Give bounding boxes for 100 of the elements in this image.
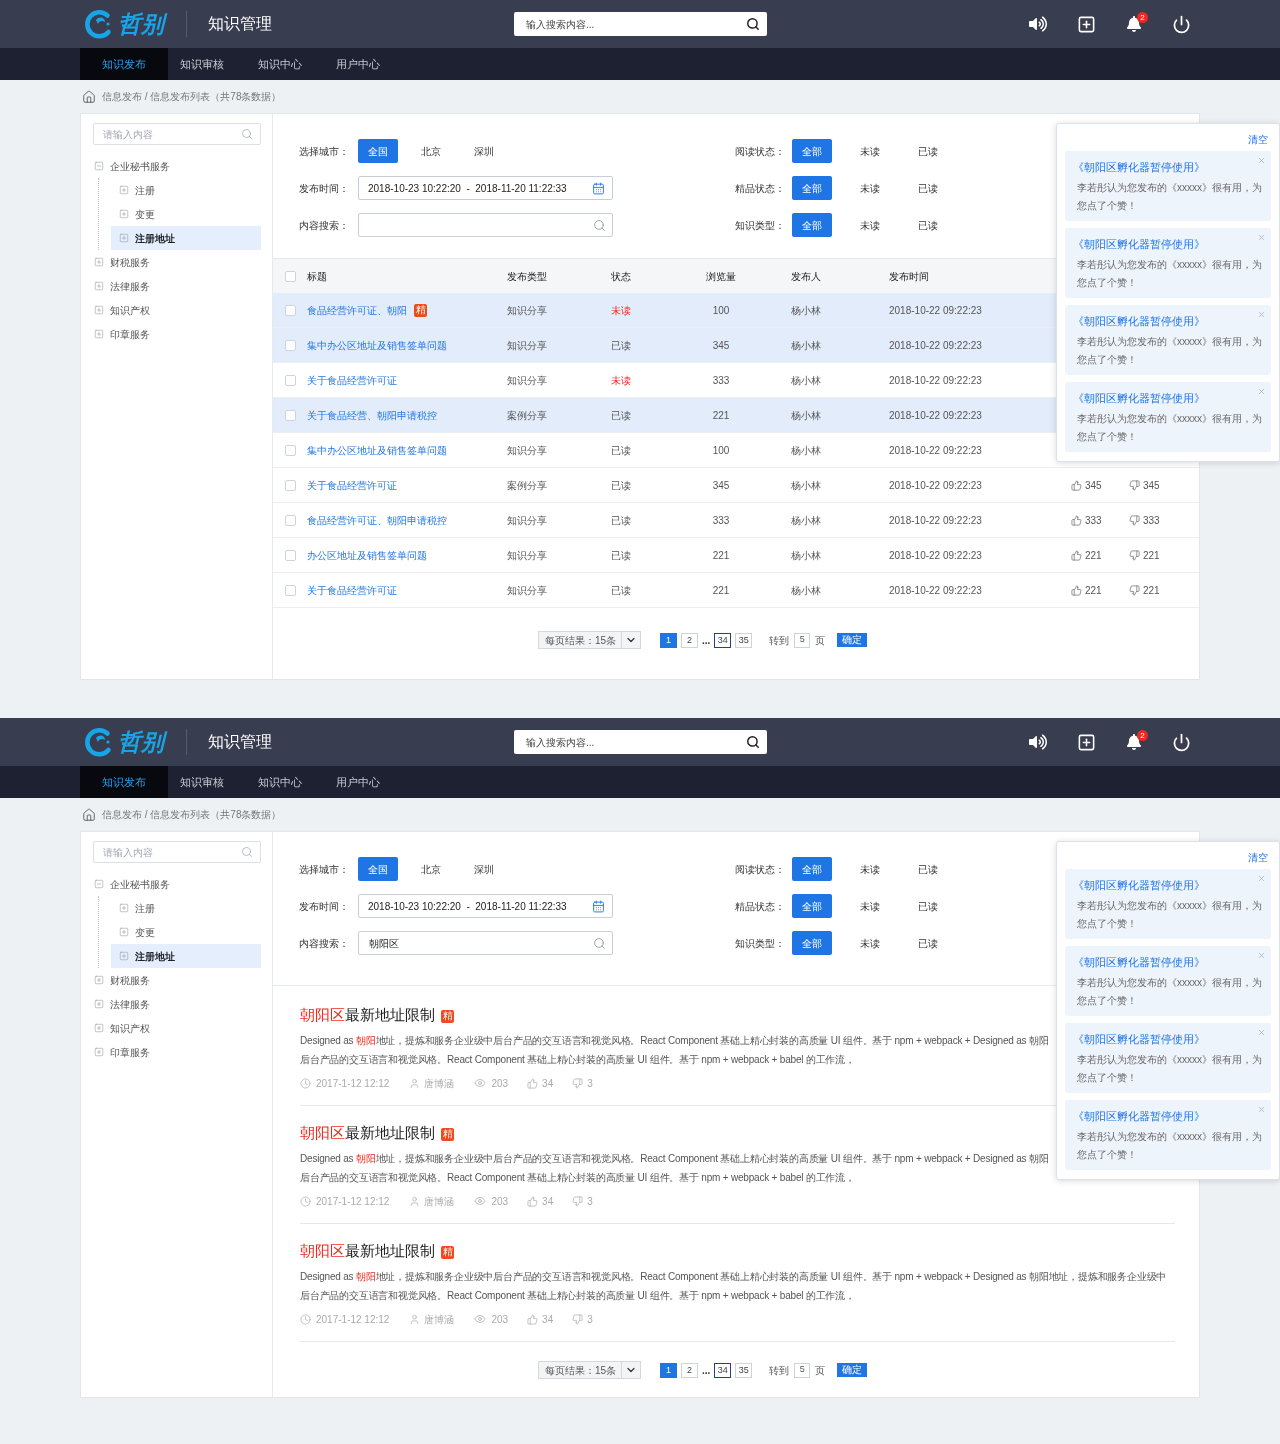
search-icon[interactable] [746, 17, 760, 31]
clear-link[interactable]: 清空 [1248, 135, 1268, 145]
tree-item[interactable]: 注册地址 [111, 226, 261, 250]
notification-title[interactable]: 《朝阳区孵化器暂停使用》 [1073, 159, 1205, 175]
filter-option[interactable]: 未读 [850, 857, 890, 881]
tree-item[interactable]: 企业秘书服务 [93, 154, 261, 178]
filter-option[interactable]: 已读 [908, 894, 948, 918]
checkbox[interactable] [285, 549, 296, 561]
thumbs-down-icon[interactable] [572, 1077, 584, 1089]
minus-square-icon[interactable] [94, 161, 104, 171]
checkbox[interactable] [285, 339, 296, 351]
close-icon[interactable] [1257, 156, 1266, 165]
article-title[interactable]: 朝阳区最新地址限制 [300, 1123, 435, 1145]
filter-option[interactable]: 未读 [850, 894, 890, 918]
home-icon[interactable] [82, 89, 96, 104]
power-icon[interactable] [1172, 14, 1191, 34]
page-button[interactable]: 35 [735, 632, 753, 648]
thumbs-down-icon[interactable] [572, 1195, 584, 1207]
calendar-icon[interactable] [592, 899, 605, 913]
page-size-select[interactable]: 每页结果：15条 [538, 1361, 641, 1379]
page-size-select[interactable]: 每页结果：15条 [538, 631, 641, 649]
search-field[interactable]: 输入搜索内容... [514, 730, 767, 754]
tree-item[interactable]: 财税服务 [93, 968, 261, 992]
notification-card[interactable]: 《朝阳区孵化器暂停使用》 李若彤认为您发布的《xxxxx》很有用，为您点了个赞！ [1065, 228, 1271, 298]
filter-option[interactable]: 已读 [908, 176, 948, 200]
tree-item[interactable]: 印章服务 [93, 322, 261, 346]
checkbox[interactable] [285, 304, 296, 316]
tree-item[interactable]: 变更 [111, 202, 261, 226]
speaker-icon[interactable] [1029, 733, 1047, 751]
thumbs-down-icon[interactable] [1129, 479, 1140, 491]
page-button[interactable]: 1 [660, 632, 677, 648]
title-link[interactable]: 办公区地址及销售签单问题 [307, 547, 427, 563]
thumbs-up-icon[interactable] [1071, 549, 1082, 561]
nav-tab[interactable]: 知识审核 [168, 48, 246, 80]
thumbs-up-icon[interactable] [527, 1077, 539, 1089]
title-link[interactable]: 食品经营许可证、朝阳 [307, 302, 407, 318]
close-icon[interactable] [1257, 951, 1266, 960]
tree-item[interactable]: 法律服务 [93, 274, 261, 298]
calendar-icon[interactable] [592, 181, 605, 195]
tree-item[interactable]: 变更 [111, 920, 261, 944]
clear-link[interactable]: 清空 [1248, 853, 1268, 863]
filter-option[interactable]: 深圳 [464, 857, 504, 881]
nav-tab[interactable]: 知识发布 [80, 48, 168, 80]
search-icon[interactable] [746, 735, 760, 749]
filter-option[interactable]: 深圳 [464, 139, 504, 163]
filter-option[interactable]: 未读 [850, 213, 890, 237]
notification-card[interactable]: 《朝阳区孵化器暂停使用》 李若彤认为您发布的《xxxxx》很有用，为您点了个赞！ [1065, 151, 1271, 221]
page-input[interactable]: 5 [794, 632, 811, 648]
filter-option[interactable]: 未读 [850, 176, 890, 200]
bell-icon[interactable] [1126, 16, 1142, 32]
filter-option[interactable]: 已读 [908, 857, 948, 881]
tree-item[interactable]: 知识产权 [93, 1016, 261, 1040]
thumbs-up-icon[interactable] [527, 1313, 539, 1325]
notification-card[interactable]: 《朝阳区孵化器暂停使用》 李若彤认为您发布的《xxxxx》很有用，为您点了个赞！ [1065, 305, 1271, 375]
date-range-field[interactable]: 2018-10-23 10:22:20 - 2018-11-20 11:22:33 [358, 176, 613, 200]
page-button[interactable]: 34 [714, 1362, 732, 1378]
search-field[interactable] [358, 213, 613, 237]
filter-option[interactable]: 全部 [792, 139, 832, 163]
table-row[interactable]: 关于食品经营、朝阳申请税控 案例分享 已读 221 杨小林 2018-10-22 09:22:23 [273, 398, 1056, 432]
title-link[interactable]: 关于食品经营许可证 [307, 477, 397, 493]
page-button[interactable]: 2 [681, 632, 698, 648]
nav-tab[interactable]: 知识发布 [80, 766, 168, 798]
close-icon[interactable] [1257, 310, 1266, 319]
filter-option[interactable]: 已读 [908, 213, 948, 237]
filter-option[interactable]: 全部 [792, 213, 832, 237]
plus-square-icon[interactable] [1077, 732, 1096, 752]
title-link[interactable]: 集中办公区地址及销售签单问题 [307, 337, 447, 353]
checkbox[interactable] [285, 374, 296, 386]
filter-option[interactable]: 未读 [850, 139, 890, 163]
title-link[interactable]: 关于食品经营、朝阳申请税控 [307, 407, 437, 423]
thumbs-down-icon[interactable] [1129, 514, 1140, 526]
thumbs-up-icon[interactable] [1071, 514, 1082, 526]
notification-title[interactable]: 《朝阳区孵化器暂停使用》 [1073, 1108, 1205, 1124]
close-icon[interactable] [1257, 1105, 1266, 1114]
tree-item[interactable]: 注册 [111, 178, 261, 202]
bell-icon[interactable] [1126, 734, 1142, 750]
title-link[interactable]: 关于食品经营许可证 [307, 372, 397, 388]
filter-option[interactable]: 北京 [411, 139, 451, 163]
filter-option[interactable]: 全部 [792, 857, 832, 881]
home-icon[interactable] [82, 807, 96, 822]
tree-item[interactable]: 企业秘书服务 [93, 872, 261, 896]
close-icon[interactable] [1257, 874, 1266, 883]
tree-item[interactable]: 知识产权 [93, 298, 261, 322]
confirm-button[interactable]: 确定 [837, 633, 868, 647]
minus-square-icon[interactable] [94, 879, 104, 889]
filter-option[interactable]: 全部 [792, 931, 832, 955]
nav-tab[interactable]: 知识中心 [246, 48, 324, 80]
notification-card[interactable]: 《朝阳区孵化器暂停使用》 李若彤认为您发布的《xxxxx》很有用，为您点了个赞！ [1065, 869, 1271, 939]
thumbs-up-icon[interactable] [1071, 584, 1082, 596]
nav-tab[interactable]: 知识中心 [246, 766, 324, 798]
page-button[interactable]: 1 [660, 1362, 677, 1378]
checkbox[interactable] [285, 514, 296, 526]
notification-title[interactable]: 《朝阳区孵化器暂停使用》 [1073, 236, 1205, 252]
nav-tab[interactable]: 用户中心 [324, 766, 402, 798]
thumbs-down-icon[interactable] [572, 1313, 584, 1325]
filter-option[interactable]: 全国 [358, 139, 398, 163]
thumbs-up-icon[interactable] [527, 1195, 539, 1207]
notification-card[interactable]: 《朝阳区孵化器暂停使用》 李若彤认为您发布的《xxxxx》很有用，为您点了个赞！ [1065, 946, 1271, 1016]
checkbox[interactable] [285, 584, 296, 596]
filter-option[interactable]: 全部 [792, 176, 832, 200]
